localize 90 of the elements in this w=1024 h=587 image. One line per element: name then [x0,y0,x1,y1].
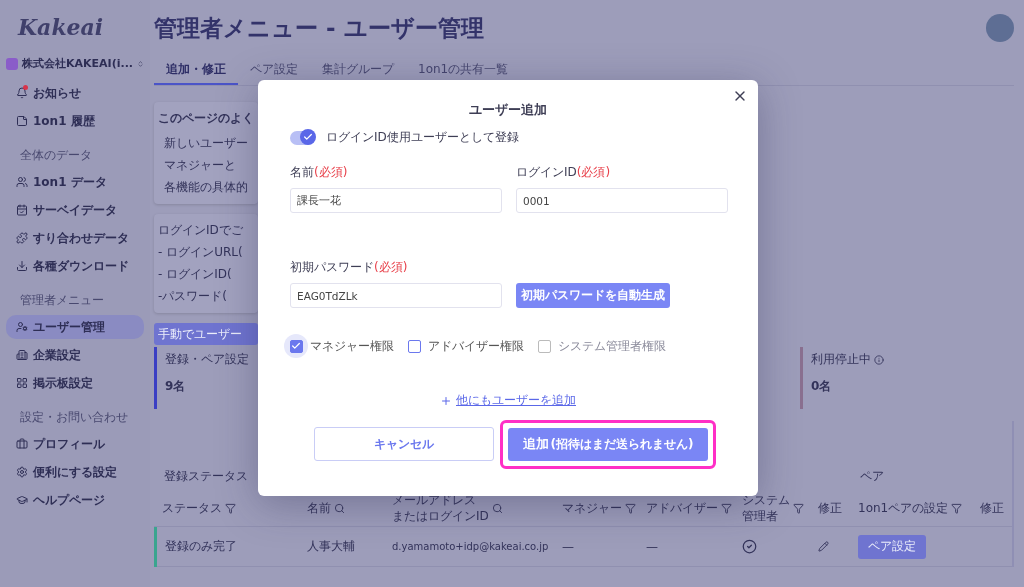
nav-item[interactable]: ユーザー管理 [6,315,144,339]
page-title: 管理者メニュー - ユーザー管理 [154,13,484,43]
toggle-switch[interactable] [290,130,314,145]
app-logo: Kakeai [18,14,105,40]
column-header: システム 管理者 [742,492,790,525]
card-title: このページのよく [158,110,255,127]
nav-item[interactable]: 1on1 履歴 [6,109,144,133]
column-header: 修正 [980,500,1004,517]
column-header: ステータス [162,500,222,517]
manual-add-button[interactable]: 手動でユーザー [154,323,258,345]
column-header: 修正 [818,500,842,517]
nav-icon [16,349,28,361]
table-cell: — [638,527,734,567]
stat-count: 0名 [811,378,833,395]
filter-icon[interactable] [625,503,636,514]
input-field[interactable]: 課長一花 [290,188,502,213]
filter-icon[interactable] [951,503,963,514]
column-header: マネジャー [562,500,622,517]
input-field[interactable]: EAG0TdZLk [290,283,502,308]
column-header: アドバイザー [646,500,718,517]
field-label: 名前(必須) [290,164,349,181]
group-header: 登録ステータス [163,468,249,485]
search-icon[interactable] [491,503,503,514]
filter-icon[interactable] [721,503,732,514]
nav-item[interactable]: ヘルプページ [6,488,144,512]
faq-link[interactable]: 各機能の具体的 [158,179,258,196]
company-selector[interactable]: 株式会社KAKEAI(i... [6,56,144,71]
nav-icon [16,260,28,272]
nav-icon [16,494,28,506]
section-heading: 全体のデータ [20,147,93,164]
info-text: -パスワード( [158,288,228,305]
nav-item[interactable]: すり合わせデータ [6,226,144,250]
input-field[interactable]: 0001 [516,188,728,213]
cancel-button[interactable]: キャンセル [314,427,494,461]
nav-item[interactable]: 各種ダウンロード [6,254,144,278]
pair-button[interactable]: ペア設定 [858,534,926,559]
avatar[interactable] [986,14,1014,42]
table-cell: — [554,527,638,567]
nav-icon [16,321,28,333]
nav-item[interactable]: 1on1 データ [6,170,144,194]
nav-item[interactable]: お知らせ [6,81,144,105]
generate-password-button[interactable]: 初期パスワードを自動生成 [516,283,670,308]
field-label: ログインID(必須) [516,164,612,181]
info-icon[interactable] [874,354,884,365]
section-heading: 管理者メニュー [20,292,105,309]
info-text: - ログインURL( [158,244,244,261]
chevron-icon [137,58,144,69]
filter-icon[interactable] [793,503,804,514]
stat-count: 9名 [165,378,187,395]
info-text: ログインIDでご [158,222,244,239]
role-checkbox[interactable]: マネジャー権限 [284,334,394,358]
table-cell: 人事大輔 [299,527,384,567]
tab[interactable]: 追加・修正 [154,56,238,85]
status-text: 登録のみ完了 [165,538,237,555]
field-label: 初期パスワード(必須) [290,259,409,276]
stat-label: 登録・ペア設定 [165,351,249,368]
nav-item[interactable]: 企業設定 [6,343,144,367]
nav-icon [16,87,28,99]
nav-icon [16,232,28,244]
nav-icon [16,438,28,450]
stat-label: 利用停止中 [811,351,884,368]
role-checkbox[interactable]: アドバイザー権限 [402,334,524,358]
filter-icon[interactable] [225,503,236,514]
search-icon[interactable] [334,503,345,514]
nav-item[interactable]: 便利にする設定 [6,460,144,484]
column-header: 1on1ペアの設定 [858,500,949,517]
nav-item[interactable]: 掲示板設定 [6,371,144,395]
add-button[interactable]: 追加 (招待はまだ送られません) [508,427,708,461]
toggle-label: ログインID使用ユーザーとして登録 [326,129,519,146]
nav-icon [16,377,28,389]
nav-icon [16,466,28,478]
nav-item[interactable]: サーベイデータ [6,198,144,222]
faq-link[interactable]: マネジャーと [158,157,258,174]
check-icon [291,341,301,351]
section-heading: 設定・お問い合わせ [20,409,129,426]
nav-icon [16,176,28,188]
nav-icon [16,115,28,127]
company-icon [6,57,18,70]
faq-link[interactable]: 新しいユーザー [158,135,258,152]
edit-icon[interactable] [818,541,829,552]
info-text: - ログインID( [158,266,233,283]
check-icon [303,131,313,142]
table-cell: d.yamamoto+idp@kakeai.co.jp [384,527,554,567]
nav-icon [16,204,28,216]
plus-icon [440,394,452,407]
dialog-title: ユーザー追加 [468,102,548,119]
column-header: 名前 [307,500,331,517]
group-header: ペア [859,468,885,485]
nav-item[interactable]: プロフィール [6,432,144,456]
add-more-link[interactable]: 他にもユーザーを追加 [440,392,576,409]
